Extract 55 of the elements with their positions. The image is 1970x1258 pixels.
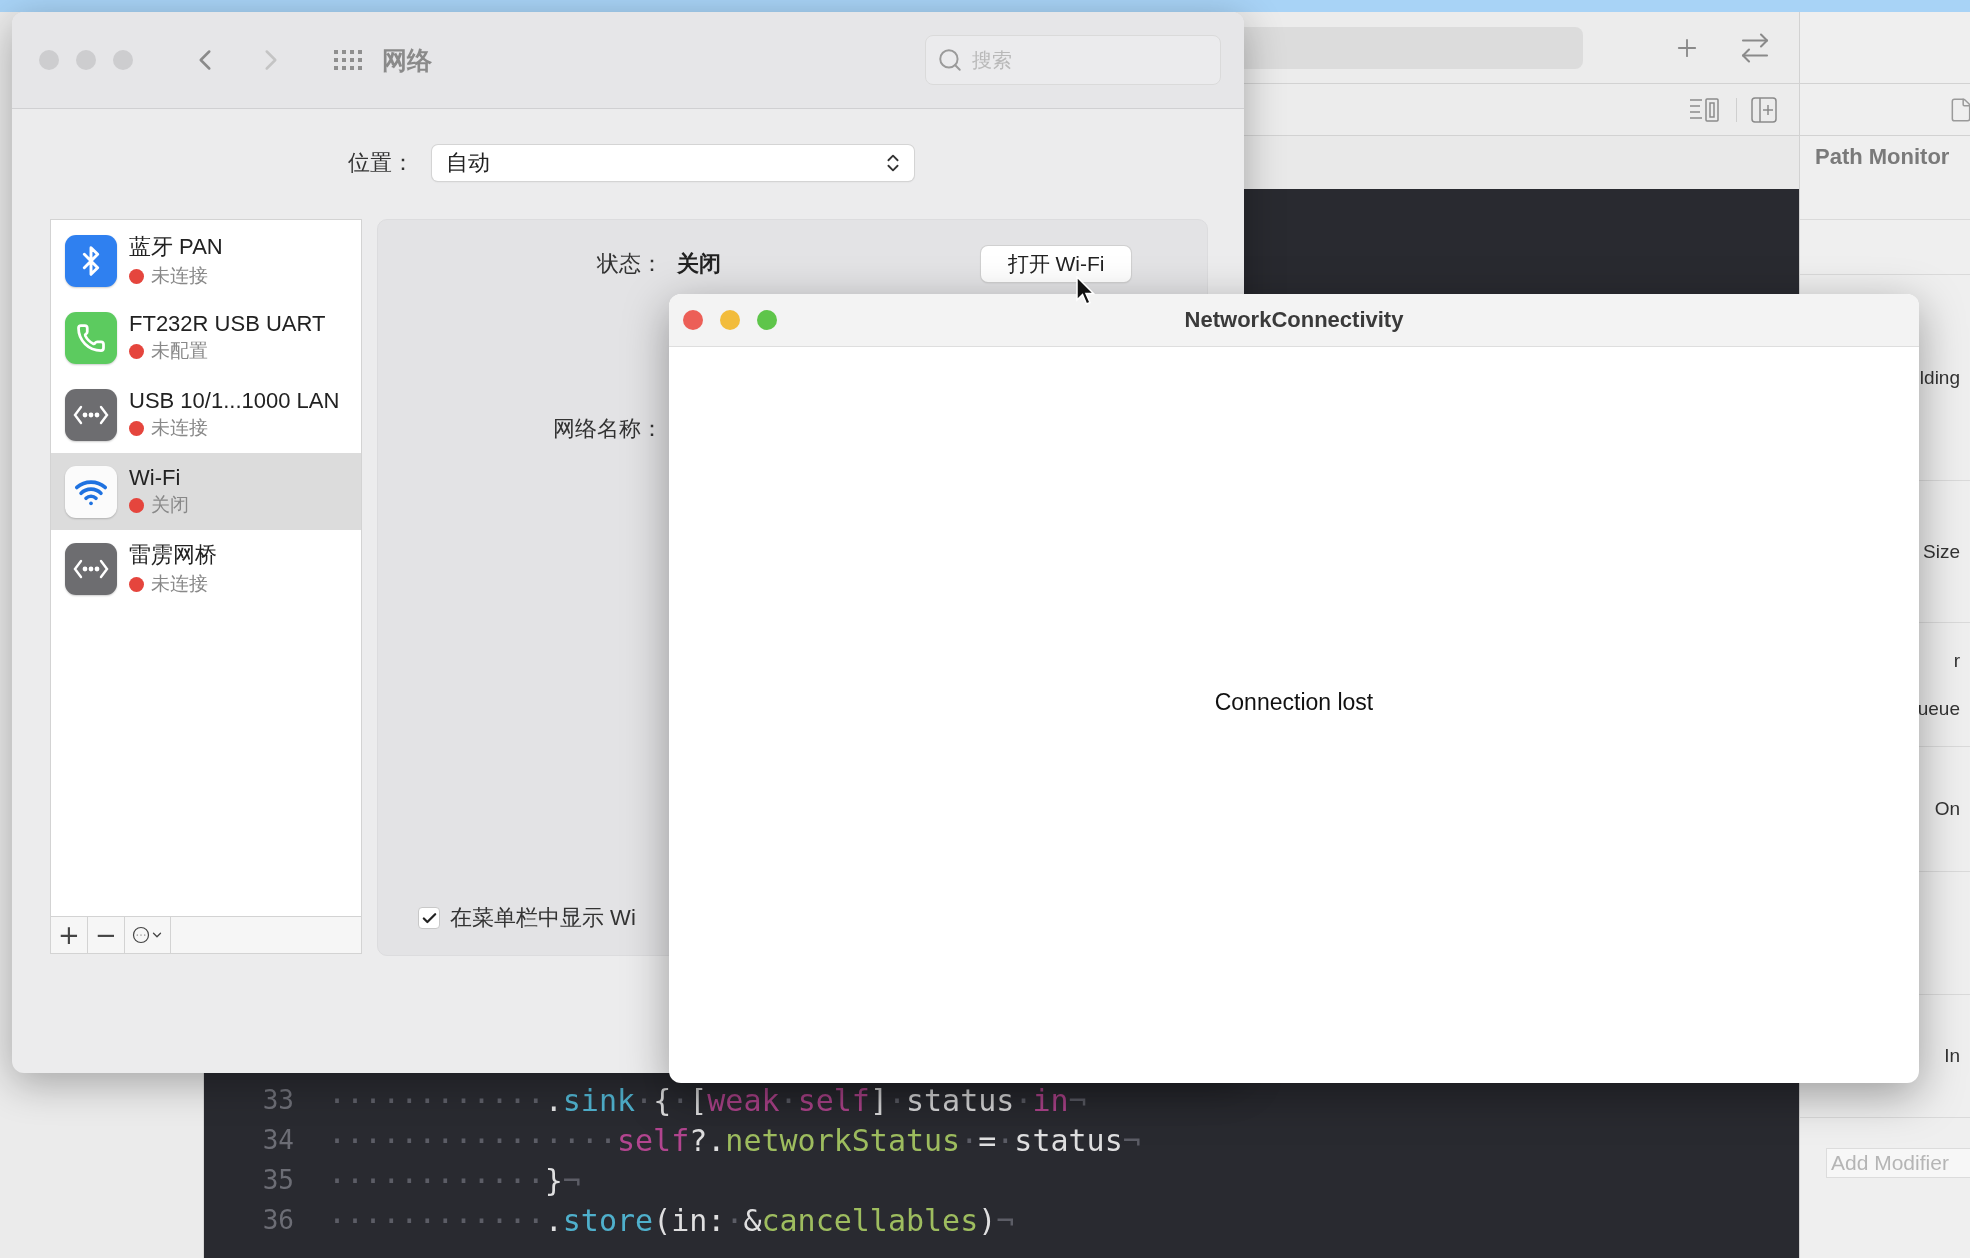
service-status: 未配置 (151, 339, 208, 363)
location-dropdown[interactable]: 自动 (432, 145, 914, 181)
connection-message: Connection lost (1214, 688, 1374, 716)
network-name-label: 网络名称： (552, 415, 663, 443)
checkbox[interactable] (418, 907, 440, 929)
code-line: ············.sink·{·[weak·self]·status·in¬ (328, 1082, 1087, 1118)
turn-on-wifi-button[interactable]: 打开 Wi-Fi (981, 246, 1131, 282)
line-number: 34 (261, 1125, 294, 1155)
line-number: 35 (261, 1165, 294, 1195)
service-status: 关闭 (151, 493, 189, 517)
service-item[interactable]: Wi-Fi 关闭 (51, 453, 361, 530)
service-status: 未连接 (151, 572, 208, 596)
add-modifier-field[interactable]: Add Modifier (1826, 1148, 1970, 1178)
code-line: ············.store(in:·&cancellables)¬ (328, 1202, 1015, 1238)
service-status: 未连接 (151, 264, 208, 288)
wifi-icon (65, 465, 117, 518)
service-name: 雷雳网桥 (129, 541, 217, 569)
service-item[interactable]: FT232R USB UART 未配置 (51, 299, 361, 376)
service-item[interactable]: 蓝牙 PAN 未连接 (51, 222, 361, 299)
window-title: NetworkConnectivity (1184, 307, 1404, 333)
inspector-label: On (1934, 798, 1960, 820)
window-title: 网络 (382, 44, 432, 76)
ellipsis-circle-icon (131, 926, 150, 944)
inspector-label: lding (1919, 366, 1960, 389)
service-name: USB 10/1...1000 LAN (129, 388, 340, 414)
service-item[interactable]: USB 10/1...1000 LAN 未连接 (51, 376, 361, 453)
inspector-title: Path Monitor (1800, 136, 1970, 220)
ethernet-icon (65, 388, 117, 441)
zoom-button[interactable] (757, 310, 777, 330)
inspector-label: In (1944, 1045, 1960, 1067)
inspector-label: ueue (1917, 697, 1960, 720)
service-name: 蓝牙 PAN (129, 233, 223, 261)
add-editor-icon[interactable] (1751, 96, 1777, 123)
phone-icon (65, 311, 117, 364)
minimize-button[interactable] (720, 310, 740, 330)
inspector-label: Size (1923, 540, 1960, 563)
inspector-label: r (1953, 649, 1960, 672)
service-name: FT232R USB UART (129, 311, 326, 337)
service-item[interactable]: 雷雳网桥 未连接 (51, 530, 361, 607)
search-icon (937, 47, 963, 73)
service-name: Wi-Fi (129, 465, 182, 491)
status-value: 关闭 (677, 250, 721, 278)
grid-icon[interactable] (334, 50, 362, 70)
checkbox-label: 在菜单栏中显示 Wi (450, 904, 636, 932)
bluetooth-icon (65, 234, 117, 287)
code-line: ················self?.networkStatus·=·status¬ (328, 1122, 1141, 1158)
ethernet-icon (65, 542, 117, 595)
close-button[interactable] (683, 310, 703, 330)
code-line: ············}¬ (328, 1162, 581, 1198)
editor-options-icon[interactable] (1688, 96, 1722, 123)
line-number: 33 (261, 1085, 294, 1115)
status-label: 状态： (596, 250, 663, 278)
service-status: 未连接 (151, 416, 208, 440)
line-number: 36 (261, 1205, 294, 1235)
location-label: 位置： (348, 149, 414, 177)
